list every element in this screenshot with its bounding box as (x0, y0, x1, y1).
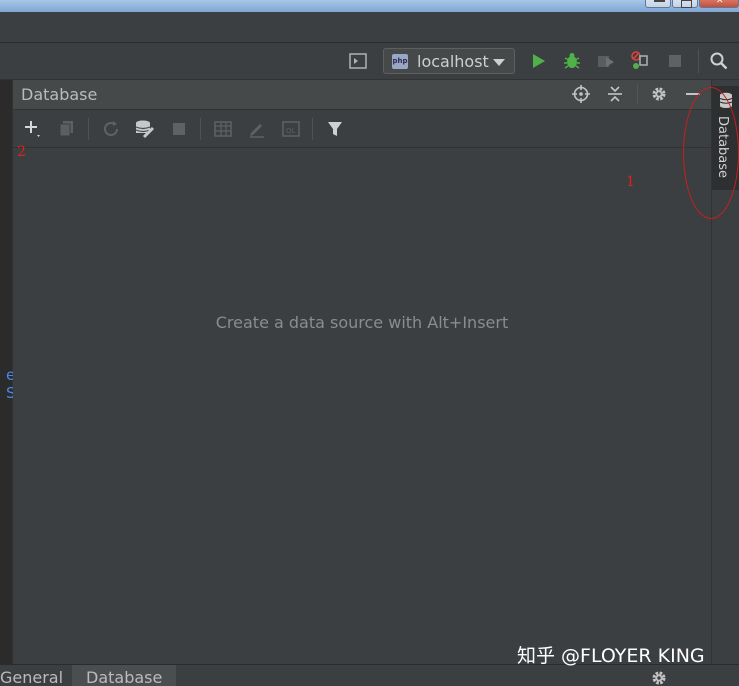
panel-title: Database (21, 85, 98, 104)
panel-toolbar: QL (13, 110, 711, 148)
gear-icon[interactable] (649, 84, 669, 104)
main-toolbar: php localhost (0, 43, 739, 80)
window-restore-button[interactable] (672, 0, 698, 8)
locate-icon[interactable] (571, 84, 591, 104)
duplicate-icon[interactable] (57, 119, 77, 139)
close-icon: ✕ (716, 0, 724, 6)
annotation-ellipse (683, 87, 739, 219)
toolbar-separator (698, 49, 699, 73)
toolbar-separator (200, 118, 201, 140)
window-minimize-button[interactable] (645, 0, 671, 8)
annotation-1: 1 (626, 174, 635, 190)
window-titlebar: ✕ (0, 0, 739, 12)
toolbar-separator (312, 118, 313, 140)
search-icon[interactable] (709, 51, 729, 71)
minimize-icon[interactable] (685, 677, 701, 686)
window-close-button[interactable]: ✕ (699, 0, 739, 8)
toolbar-separator (88, 118, 89, 140)
restore-window-icon (681, 0, 692, 8)
panel-header: Database (13, 80, 711, 110)
editor-area: e S (0, 80, 16, 664)
stop-icon[interactable] (665, 51, 685, 71)
gear-icon[interactable] (650, 669, 668, 686)
profile-icon[interactable] (630, 51, 650, 71)
tab-general[interactable]: General (0, 665, 77, 686)
filter-icon[interactable] (325, 119, 345, 139)
terminal-icon[interactable] (348, 51, 368, 71)
window-controls: ✕ (644, 0, 739, 8)
tab-database[interactable]: Database (72, 665, 177, 686)
header-separator (637, 84, 638, 104)
properties-icon[interactable] (135, 119, 155, 139)
stop-icon[interactable] (169, 119, 189, 139)
database-tool-window: Database QL Create a data source with Al… (13, 80, 711, 664)
ide-window: ✕ php localhost e S Database QL Create a… (0, 0, 739, 686)
run-configuration-label: localhost (417, 52, 489, 71)
add-icon[interactable] (23, 119, 43, 139)
menubar (0, 12, 739, 43)
svg-text:QL: QL (286, 127, 296, 135)
empty-state-message: Create a data source with Alt+Insert (215, 313, 509, 332)
refresh-icon[interactable] (101, 119, 121, 139)
table-icon[interactable] (213, 119, 233, 139)
debug-icon[interactable] (562, 51, 582, 71)
coverage-icon[interactable] (596, 51, 616, 71)
console-icon[interactable]: QL (281, 119, 301, 139)
collapse-icon[interactable] (605, 84, 625, 104)
minimize-window-icon (654, 0, 665, 2)
edit-icon[interactable] (247, 119, 267, 139)
run-configuration-select[interactable]: php localhost (383, 48, 515, 74)
annotation-2: 2 (17, 144, 26, 160)
run-icon[interactable] (529, 51, 549, 71)
watermark: 知乎 @FLOYER KING (517, 645, 705, 667)
php-icon: php (392, 54, 408, 69)
chevron-down-icon (493, 59, 505, 66)
